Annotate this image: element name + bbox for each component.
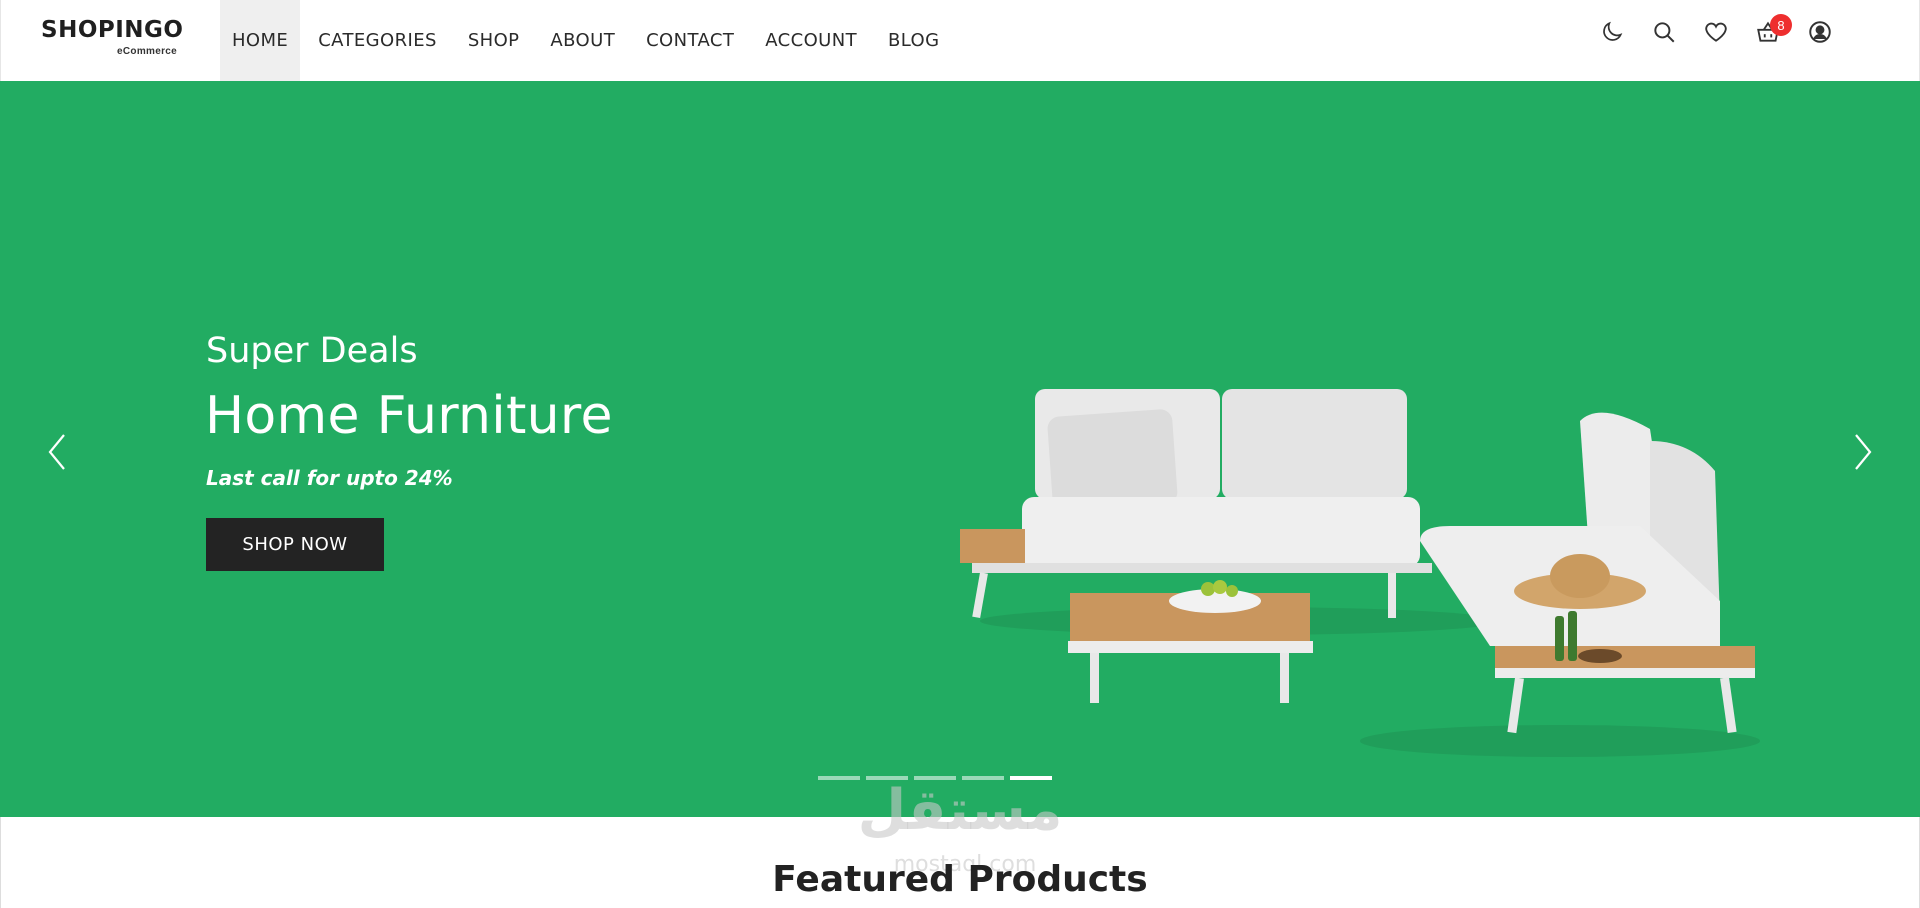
watermark-logo: مستقل <box>857 778 1063 843</box>
chevron-left-icon[interactable] <box>42 429 72 475</box>
hero-title: Home Furniture <box>205 386 613 446</box>
nav-item-home[interactable]: HOME <box>220 0 301 81</box>
shop-now-button[interactable]: SHOP NOW <box>206 518 384 571</box>
nav-item-shop[interactable]: SHOP <box>455 0 533 81</box>
search-icon[interactable] <box>1650 18 1678 46</box>
hero-tagline: Last call for upto 24% <box>206 466 453 490</box>
site-header: SHOPINGO eCommerce HOME CATEGORIES SHOP … <box>0 0 1920 81</box>
nav-item-blog[interactable]: BLOG <box>875 0 952 81</box>
logo-tagline: eCommerce <box>117 46 177 57</box>
moon-icon[interactable] <box>1598 18 1626 46</box>
logo[interactable]: SHOPINGO eCommerce <box>41 16 184 64</box>
main-nav: HOME CATEGORIES SHOP ABOUT CONTACT ACCOU… <box>220 0 957 81</box>
chevron-right-icon[interactable] <box>1848 429 1878 475</box>
nav-item-about[interactable]: ABOUT <box>537 0 628 81</box>
basket-icon[interactable]: 8 <box>1754 14 1792 46</box>
hero-kicker: Super Deals <box>206 331 418 371</box>
nav-item-categories[interactable]: CATEGORIES <box>305 0 450 81</box>
featured-products-heading: Featured Products <box>772 859 1148 900</box>
logo-name: SHOPINGO <box>41 17 184 43</box>
hero-slider: Super Deals Home Furniture Last call for… <box>0 81 1920 817</box>
cart-count-badge: 8 <box>1770 14 1792 36</box>
user-circle-icon[interactable] <box>1806 18 1834 46</box>
heart-icon[interactable] <box>1702 18 1730 46</box>
nav-item-contact[interactable]: CONTACT <box>633 0 747 81</box>
nav-item-account[interactable]: ACCOUNT <box>752 0 870 81</box>
header-icons: 8 <box>1574 14 1834 46</box>
furniture-image <box>960 389 1760 757</box>
